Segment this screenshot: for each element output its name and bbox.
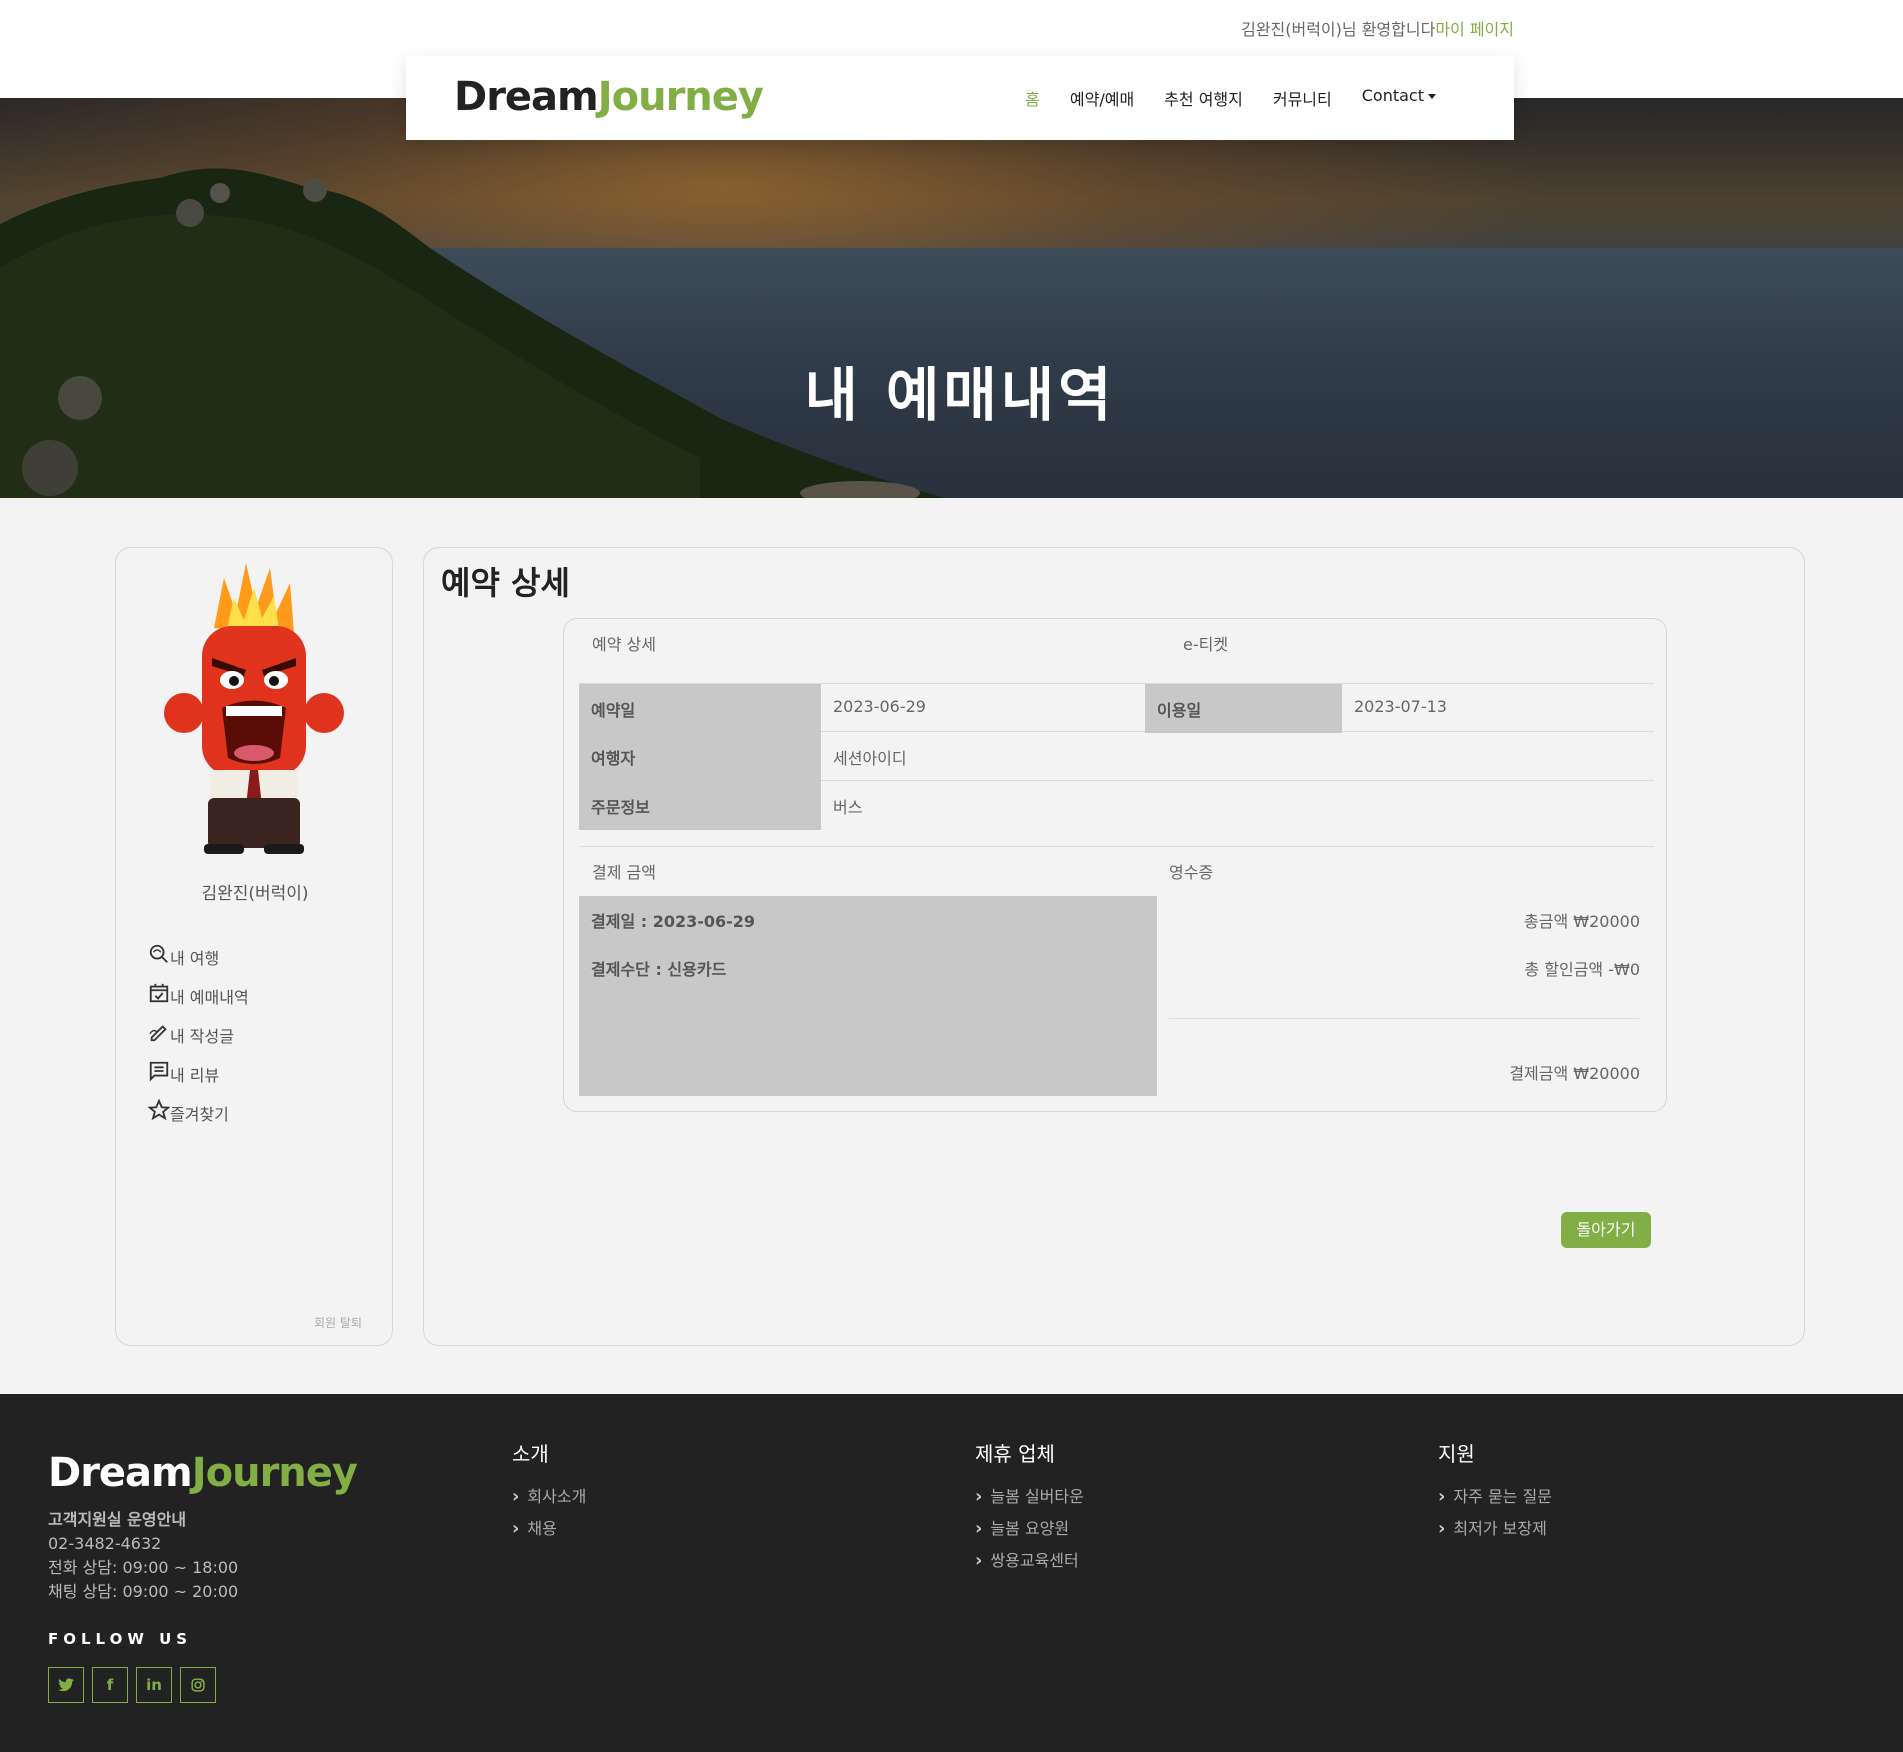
traveler-label: 여행자 bbox=[579, 732, 821, 781]
support-info: 고객지원실 운영안내 02-3482-4632 전화 상담: 09:00 ~ 1… bbox=[48, 1508, 238, 1604]
tab-e-ticket[interactable]: e-티켓 bbox=[1183, 631, 1228, 655]
hero-title: 내 예매내역 bbox=[804, 361, 1116, 429]
welcome-text: 김완진(버럭이)님 환영합니다 bbox=[1241, 20, 1436, 39]
sidebar-item-my-reviews[interactable]: 내 리뷰 bbox=[148, 1049, 249, 1088]
divider bbox=[579, 846, 1654, 847]
linkedin-glyph: in bbox=[146, 1676, 162, 1694]
sidebar-item-label: 내 예매내역 bbox=[170, 988, 249, 1007]
booking-detail-panel: 예약 상세 예약 상세 e-티켓 예약일 2023-06-29 이용일 2023… bbox=[423, 547, 1805, 1346]
receipt-section-title: 영수증 bbox=[1169, 863, 1214, 882]
receipt-discount: 총 할인금액 -₩0 bbox=[1524, 960, 1640, 979]
receipt-total: 총금액 ₩20000 bbox=[1524, 912, 1640, 931]
withdraw-link[interactable]: 회원 탈퇴 bbox=[314, 1314, 362, 1331]
avatar bbox=[164, 563, 344, 854]
nav-community[interactable]: 커뮤니티 bbox=[1273, 86, 1332, 110]
order-info-value: 버스 bbox=[833, 798, 863, 817]
phone-hours: 전화 상담: 09:00 ~ 18:00 bbox=[48, 1558, 239, 1577]
sidebar-item-my-posts[interactable]: 내 작성글 bbox=[148, 1010, 249, 1049]
social-links: f in bbox=[48, 1667, 216, 1703]
nav-booking[interactable]: 예약/예매 bbox=[1070, 86, 1134, 110]
travel-search-icon bbox=[149, 944, 168, 963]
footer-col-partners: 제휴 업체 늘봄 실버타운 늘봄 요양원 쌍용교육센터 bbox=[975, 1438, 1084, 1583]
footer-link-partner-1[interactable]: 늘봄 실버타운 bbox=[975, 1487, 1083, 1519]
sidebar-item-label: 내 여행 bbox=[170, 949, 220, 968]
payment-section-title: 결제 금액 bbox=[592, 863, 656, 882]
table-row: 예약일 2023-06-29 이용일 2023-07-13 bbox=[579, 683, 1654, 733]
footer-col-about: 소개 회사소개 채용 bbox=[512, 1438, 586, 1551]
chat-hours: 채팅 상담: 09:00 ~ 20:00 bbox=[48, 1582, 239, 1601]
use-date-value: 2023-07-13 bbox=[1354, 697, 1447, 716]
nav-recommend[interactable]: 추천 여행지 bbox=[1164, 86, 1243, 110]
profile-sidebar: 김완진(버럭이) 내 여행 내 예매내역 내 작성글 내 리뷰 즐겨찾기 회원 … bbox=[115, 547, 393, 1346]
footer-link-partner-3[interactable]: 쌍용교육센터 bbox=[975, 1551, 1084, 1583]
sidebar-menu: 내 여행 내 예매내역 내 작성글 내 리뷰 즐겨찾기 bbox=[148, 932, 249, 1127]
footer-logo-journey: Journey bbox=[191, 1450, 358, 1496]
divider bbox=[1169, 1018, 1639, 1019]
booking-detail-card: 예약 상세 e-티켓 예약일 2023-06-29 이용일 2023-07-13… bbox=[563, 618, 1667, 1112]
logo[interactable]: DreamJourney bbox=[454, 74, 764, 120]
footer-col-support: 지원 자주 묻는 질문 최저가 보장제 bbox=[1438, 1438, 1552, 1551]
table-row: 주문정보 버스 bbox=[579, 781, 1654, 830]
profile-username: 김완진(버럭이) bbox=[201, 884, 309, 904]
payment-date: 결제일 : 2023-06-29 bbox=[591, 912, 756, 931]
payment-info-box: 결제일 : 2023-06-29 결제수단 : 신용카드 bbox=[579, 896, 1157, 1096]
receipt-paid-amount: 결제금액 ₩20000 bbox=[1509, 1064, 1640, 1083]
pen-icon bbox=[149, 1025, 167, 1042]
footer-link-faq[interactable]: 자주 묻는 질문 bbox=[1438, 1487, 1552, 1519]
sidebar-item-label: 내 작성글 bbox=[170, 1027, 234, 1046]
main-nav: 홈 예약/예매 추천 여행지 커뮤니티 Contact bbox=[1025, 86, 1436, 110]
sidebar-item-my-travel[interactable]: 내 여행 bbox=[148, 932, 249, 971]
footer-col-title: 제휴 업체 bbox=[975, 1442, 1055, 1466]
footer: DreamJourney 고객지원실 운영안내 02-3482-4632 전화 … bbox=[0, 1394, 1903, 1752]
sidebar-item-my-bookings[interactable]: 내 예매내역 bbox=[148, 971, 249, 1010]
sidebar-item-label: 즐겨찾기 bbox=[170, 1105, 229, 1124]
footer-link-partner-2[interactable]: 늘봄 요양원 bbox=[975, 1519, 1084, 1551]
hero-overlay bbox=[0, 98, 1903, 498]
support-title: 고객지원실 운영안내 bbox=[48, 1510, 187, 1529]
follow-us-heading: FOLLOW US bbox=[48, 1630, 193, 1648]
footer-link-careers[interactable]: 채용 bbox=[512, 1519, 586, 1551]
caret-down-icon bbox=[1428, 94, 1436, 99]
sidebar-item-label: 내 리뷰 bbox=[170, 1066, 220, 1085]
my-page-link[interactable]: 마이 페이지 bbox=[1435, 20, 1514, 39]
sidebar-item-favorites[interactable]: 즐겨찾기 bbox=[148, 1088, 249, 1127]
tab-booking-detail[interactable]: 예약 상세 bbox=[592, 631, 656, 655]
back-button[interactable]: 돌아가기 bbox=[1561, 1212, 1651, 1248]
comment-icon bbox=[149, 1061, 169, 1082]
footer-link-best-price[interactable]: 최저가 보장제 bbox=[1438, 1519, 1552, 1551]
welcome-message: 김완진(버럭이)님 환영합니다마이 페이지 bbox=[1241, 16, 1514, 40]
twitter-icon[interactable] bbox=[48, 1667, 84, 1703]
logo-dream: Dream bbox=[454, 74, 599, 120]
linkedin-icon[interactable]: in bbox=[136, 1667, 172, 1703]
nav-contact-dropdown[interactable]: Contact bbox=[1362, 86, 1436, 110]
navbar: DreamJourney 홈 예약/예매 추천 여행지 커뮤니티 Contact bbox=[406, 56, 1514, 140]
support-phone: 02-3482-4632 bbox=[48, 1534, 162, 1553]
footer-logo[interactable]: DreamJourney bbox=[48, 1450, 358, 1496]
traveler-value: 세션아이디 bbox=[833, 749, 907, 768]
instagram-icon[interactable] bbox=[180, 1667, 216, 1703]
booking-date-label: 예약일 bbox=[579, 684, 821, 733]
calendar-check-icon bbox=[149, 983, 169, 1003]
table-row: 여행자 세션아이디 bbox=[579, 732, 1654, 781]
footer-col-title: 소개 bbox=[512, 1442, 549, 1466]
facebook-glyph: f bbox=[106, 1676, 114, 1694]
facebook-icon[interactable]: f bbox=[92, 1667, 128, 1703]
footer-link-company[interactable]: 회사소개 bbox=[512, 1487, 586, 1519]
logo-journey: Journey bbox=[597, 74, 764, 120]
use-date-label: 이용일 bbox=[1145, 684, 1342, 733]
payment-method: 결제수단 : 신용카드 bbox=[591, 960, 727, 979]
hero-banner: 내 예매내역 bbox=[0, 98, 1903, 498]
star-icon bbox=[148, 1099, 170, 1121]
nav-contact-label: Contact bbox=[1361, 86, 1424, 105]
page-title: 예약 상세 bbox=[441, 564, 570, 602]
order-info-label: 주문정보 bbox=[579, 781, 821, 830]
footer-col-title: 지원 bbox=[1438, 1442, 1475, 1466]
nav-home[interactable]: 홈 bbox=[1025, 86, 1040, 110]
footer-logo-dream: Dream bbox=[48, 1450, 193, 1496]
booking-date-value: 2023-06-29 bbox=[833, 697, 926, 716]
